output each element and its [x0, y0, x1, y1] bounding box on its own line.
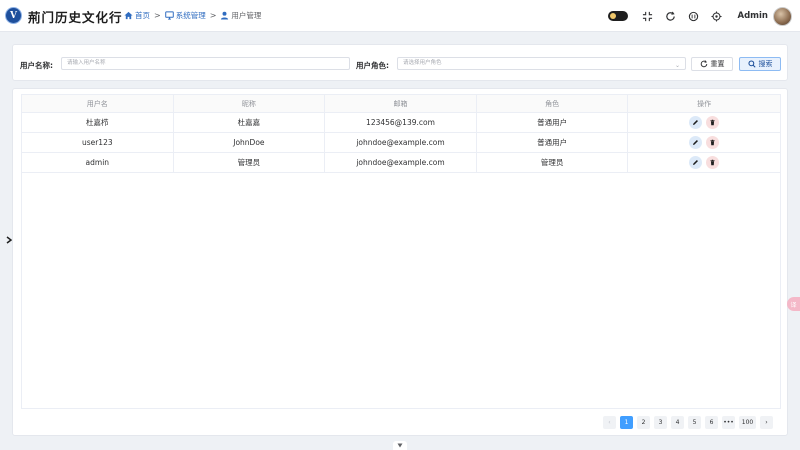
sidebar-expand-button[interactable] [4, 234, 14, 246]
trash-icon [710, 139, 715, 146]
cell-username: user123 [22, 133, 174, 152]
trash-icon [710, 119, 715, 126]
column-header-email: 邮箱 [325, 95, 477, 112]
footer-toggle[interactable] [393, 441, 407, 450]
cell-role: 普通用户 [477, 133, 629, 152]
column-header-nickname: 昵称 [174, 95, 326, 112]
cell-username: admin [22, 153, 174, 172]
user-table: 用户名 昵称 邮箱 角色 操作 杜嘉栉 杜嘉嘉 123456@139.com 普… [21, 94, 781, 409]
refresh-icon[interactable] [665, 10, 677, 22]
theme-toggle[interactable] [607, 11, 628, 21]
breadcrumb-system-label: 系统管理 [175, 11, 206, 20]
reset-icon [700, 60, 707, 68]
role-label: 用户角色: [356, 61, 389, 70]
table-row: 杜嘉栉 杜嘉嘉 123456@139.com 普通用户 [22, 113, 780, 133]
pagination-ellipsis[interactable]: ••• [722, 416, 735, 429]
user-icon [221, 11, 229, 20]
breadcrumb-home[interactable]: 首页 [124, 10, 150, 21]
delete-button[interactable] [706, 136, 720, 149]
search-icon [747, 60, 756, 68]
cell-actions [628, 133, 780, 152]
delete-button[interactable] [706, 156, 720, 169]
search-button-label: 搜索 [758, 60, 773, 68]
delete-button[interactable] [706, 116, 720, 129]
caret-down-icon [397, 443, 403, 448]
cell-nickname: 管理员 [174, 153, 326, 172]
cell-actions [628, 113, 780, 132]
translate-float-tab[interactable]: 译 [787, 297, 800, 311]
search-panel: 用户名称: 请输入用户名称 用户角色: 请选择用户角色 ⌄ 重置 搜索 [12, 44, 788, 81]
edit-button[interactable] [689, 136, 703, 149]
chevron-right-icon [6, 236, 12, 244]
app-title: 荊门历史文化行 [28, 10, 123, 25]
cell-email: 123456@139.com [325, 113, 477, 132]
logo-letter: V [10, 10, 17, 21]
header-toolbar: Admin [607, 4, 792, 28]
edit-button[interactable] [689, 156, 703, 169]
locate-icon[interactable] [711, 10, 723, 22]
role-select-placeholder: 请选择用户角色 [403, 60, 442, 66]
top-header: V 荊门历史文化行 首页 > 系统管理 > 用户管理 Admin [0, 0, 800, 32]
table-header: 用户名 昵称 邮箱 角色 操作 [22, 95, 780, 113]
breadcrumb-users-label: 用户管理 [231, 11, 262, 20]
breadcrumb-system[interactable]: 系统管理 [164, 10, 206, 21]
column-header-actions: 操作 [697, 99, 712, 108]
app-logo[interactable]: V [5, 7, 22, 24]
breadcrumb-separator: > [209, 11, 217, 20]
table-row: user123 JohnDoe johndoe@example.com 普通用户 [22, 133, 780, 153]
edit-button[interactable] [689, 116, 703, 129]
breadcrumb-home-label: 首页 [135, 11, 150, 20]
breadcrumb-separator: > [154, 11, 161, 20]
pagination-page[interactable]: 1 [620, 416, 633, 429]
fullscreen-icon[interactable] [642, 10, 654, 22]
column-header-username: 用户名 [22, 95, 174, 112]
username-label: 用户名称: [20, 61, 53, 70]
theme-toggle-knob [609, 13, 616, 19]
cell-role: 普通用户 [477, 113, 629, 132]
user-name[interactable]: Admin [738, 11, 769, 21]
reset-button-label: 重置 [710, 60, 725, 68]
pagination-last-page[interactable]: 100 [739, 416, 756, 429]
pagination-page[interactable]: 2 [637, 416, 650, 429]
chevron-down-icon: ⌄ [674, 62, 680, 69]
cell-role: 管理员 [477, 153, 629, 172]
pagination-next[interactable]: › [760, 416, 773, 429]
pagination-page[interactable]: 4 [671, 416, 684, 429]
trash-icon [710, 159, 715, 166]
search-button[interactable]: 搜索 [739, 57, 781, 71]
pencil-icon [693, 140, 699, 145]
cell-actions [628, 153, 780, 172]
reset-button[interactable]: 重置 [691, 57, 733, 71]
avatar[interactable] [773, 6, 792, 26]
username-input[interactable]: 请输入用户名称 [61, 57, 350, 70]
cell-username: 杜嘉栉 [22, 113, 174, 132]
pencil-icon [693, 120, 699, 125]
monitor-icon [164, 11, 174, 20]
sync-icon[interactable] [688, 10, 700, 22]
home-icon [124, 11, 133, 20]
pencil-icon [693, 160, 699, 165]
table-panel: 用户名 昵称 邮箱 角色 操作 杜嘉栉 杜嘉嘉 123456@139.com 普… [12, 88, 788, 436]
cell-nickname: JohnDoe [174, 133, 326, 152]
cell-email: johndoe@example.com [325, 133, 477, 152]
pagination-page[interactable]: 6 [705, 416, 718, 429]
pagination-page[interactable]: 5 [688, 416, 701, 429]
column-header-role: 角色 [477, 95, 629, 112]
cell-nickname: 杜嘉嘉 [174, 113, 326, 132]
table-row: admin 管理员 johndoe@example.com 管理员 [22, 153, 780, 173]
pagination-page[interactable]: 3 [654, 416, 667, 429]
pagination: ‹ 1 2 3 4 5 6 ••• 100 › [603, 416, 773, 429]
role-select[interactable]: 请选择用户角色 ⌄ [397, 57, 686, 70]
pagination-prev[interactable]: ‹ [603, 416, 616, 429]
cell-email: johndoe@example.com [325, 153, 477, 172]
breadcrumb: 首页 > 系统管理 > 用户管理 [124, 10, 261, 21]
breadcrumb-users: 用户管理 [220, 10, 261, 21]
